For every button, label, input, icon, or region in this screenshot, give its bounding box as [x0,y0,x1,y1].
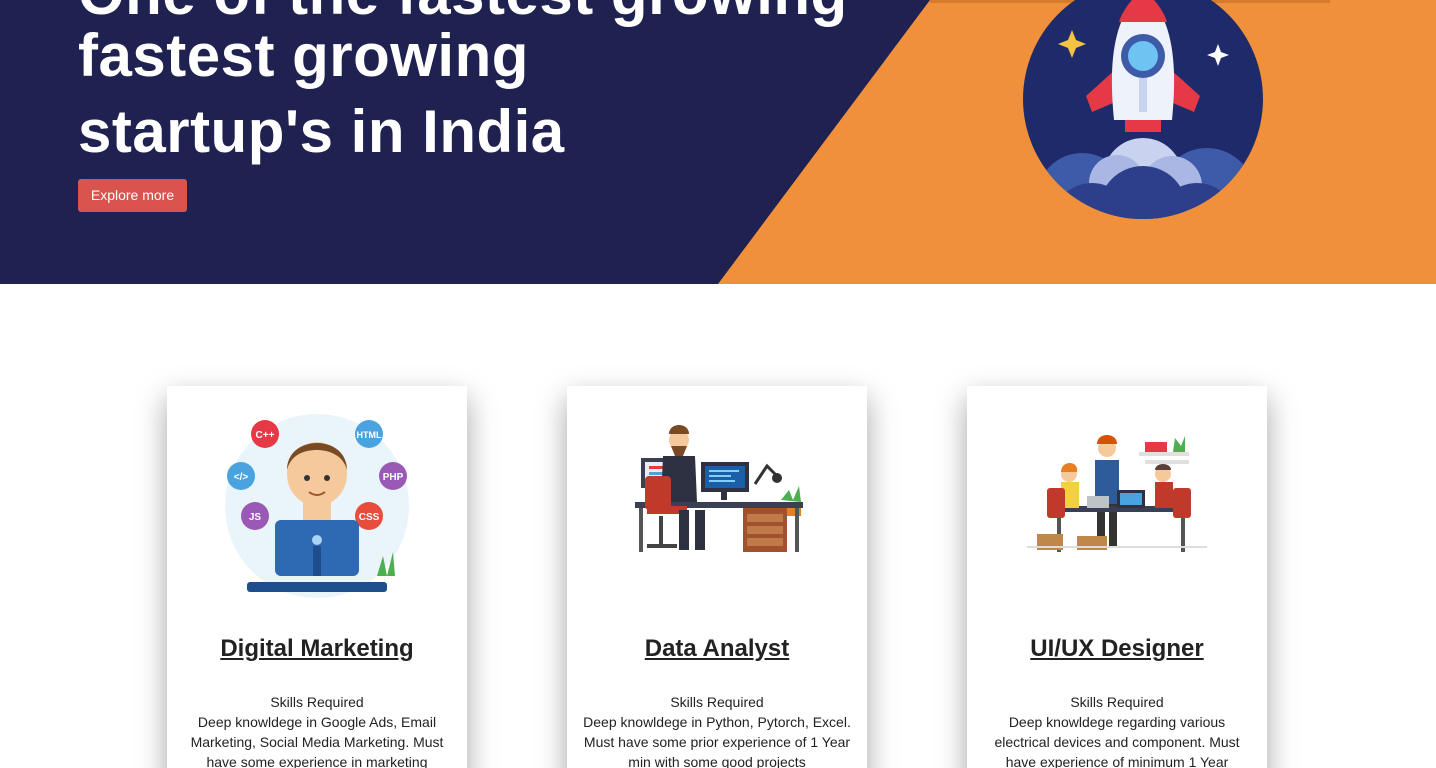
explore-more-button[interactable]: Explore more [78,179,187,212]
svg-text:HTML: HTML [357,430,382,440]
skills-required-label: Skills Required [1070,694,1164,710]
job-description: Deep knowldege regarding various electri… [994,714,1240,768]
job-description: Deep knowldege in Python, Pytorch, Excel… [583,714,851,768]
svg-text:JS: JS [249,512,262,523]
hero-banner: One of the fastest growing fastest growi… [0,0,1436,284]
team-meeting-illustration [1017,406,1217,606]
svg-text:CSS: CSS [359,512,380,523]
svg-text:</>: </> [234,472,249,483]
hero-title-line-3: startup's in India [78,98,565,165]
svg-text:PHP: PHP [383,472,404,483]
job-card-digital-marketing: C++ HTML </> PHP JS CSS Digital Marketin… [167,386,467,768]
job-card-ui-ux-designer: UI/UX Designer Skills Required Deep know… [967,386,1267,768]
skills-required-label: Skills Required [270,694,364,710]
job-title-link[interactable]: Digital Marketing [167,634,467,664]
analyst-desk-illustration [617,406,817,606]
skills-required-label: Skills Required [670,694,764,710]
developer-illustration: C++ HTML </> PHP JS CSS [217,406,417,606]
job-title-link[interactable]: Data Analyst [567,634,867,664]
svg-text:C++: C++ [256,430,275,441]
job-card-data-analyst: Data Analyst Skills Required Deep knowld… [567,386,867,768]
job-title-link[interactable]: UI/UX Designer [967,634,1267,664]
hero-title-line-2: fastest growing [78,22,529,89]
job-description: Deep knowldege in Google Ads, Email Mark… [190,714,444,768]
rocket-icon [1022,0,1264,220]
